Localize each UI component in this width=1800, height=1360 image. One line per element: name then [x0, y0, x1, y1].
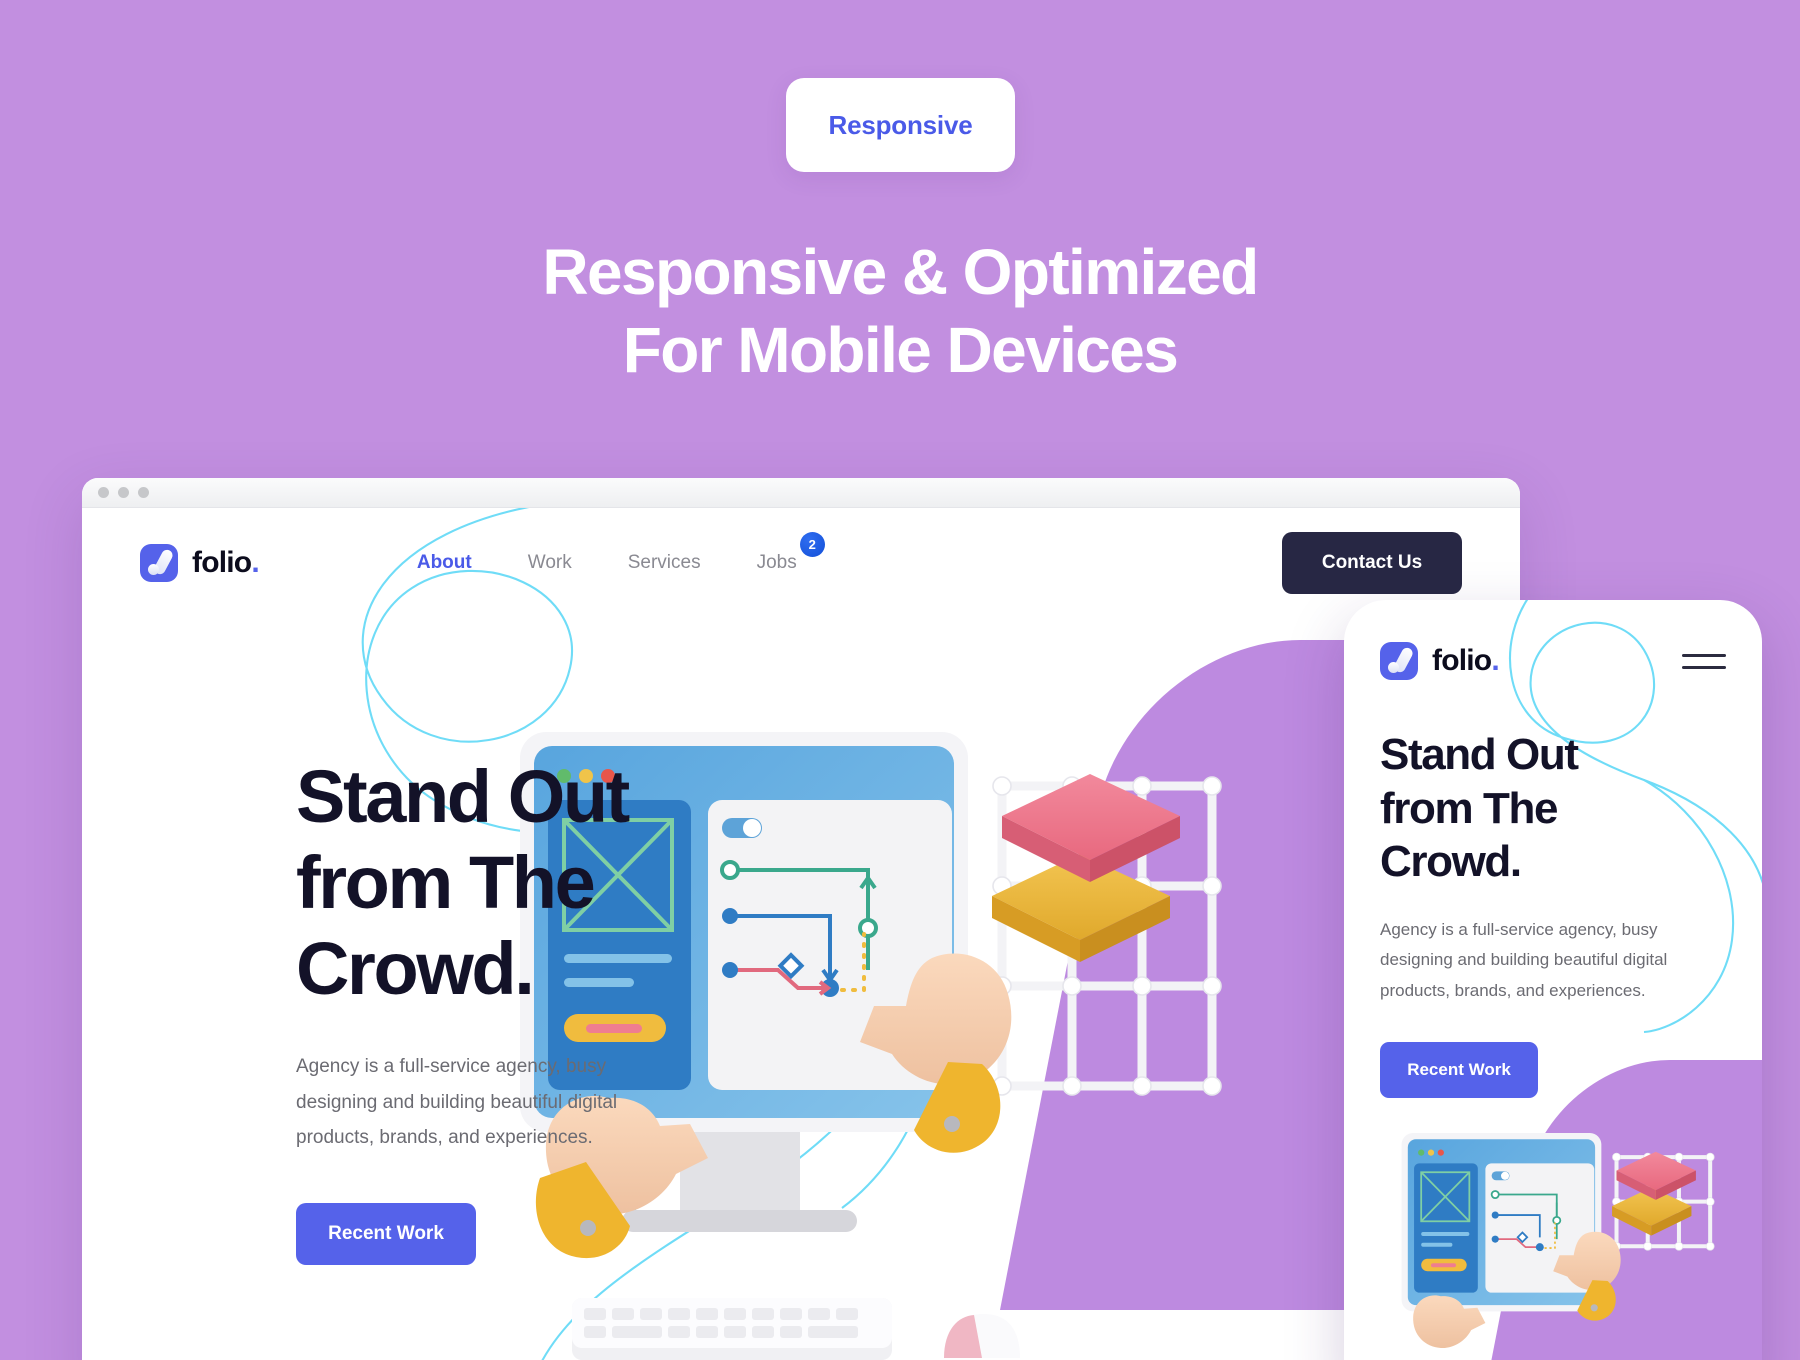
- promo-heading: Responsive & Optimized For Mobile Device…: [0, 240, 1800, 382]
- nav-item-services[interactable]: Services: [628, 552, 701, 574]
- phone-hero-title-line2: from The: [1380, 783, 1558, 833]
- nav-item-work[interactable]: Work: [528, 552, 572, 574]
- phone-folio-logo-icon: [1380, 642, 1418, 680]
- phone-hero-paragraph: Agency is a full-service agency, busy de…: [1380, 920, 1668, 1000]
- keyboard-3d: [572, 1298, 892, 1360]
- window-maximize-dot[interactable]: [138, 487, 149, 498]
- phone-hero-title: Stand Out from The Crowd.: [1380, 728, 1680, 889]
- hero-title: Stand Out from The Crowd.: [296, 754, 716, 1011]
- contact-us-button[interactable]: Contact Us: [1282, 532, 1462, 594]
- phone-logo-wordmark: folio.: [1432, 644, 1500, 677]
- window-minimize-dot[interactable]: [118, 487, 129, 498]
- phone-hero-title-line3: Crowd.: [1380, 837, 1522, 887]
- phone-hero-section: Stand Out from The Crowd. Agency is a fu…: [1380, 728, 1680, 1098]
- nav-links: About Work Services Jobs 2: [417, 532, 825, 574]
- phone-hero-illustration: [1401, 1133, 1715, 1349]
- site-navbar: folio. About Work Services Jobs 2 Contact…: [82, 508, 1520, 618]
- website-viewport: folio. About Work Services Jobs 2 Contact…: [82, 508, 1520, 1360]
- folio-logo-icon: [140, 544, 178, 582]
- window-close-dot[interactable]: [98, 487, 109, 498]
- mobile-phone-mockup: folio. Stand Out from The Crowd. Agency …: [1344, 600, 1762, 1360]
- browser-titlebar: [82, 478, 1520, 508]
- phone-hero-title-line1: Stand Out: [1380, 730, 1579, 779]
- nav-item-about[interactable]: About: [417, 552, 472, 574]
- responsive-badge-label: Responsive: [828, 109, 973, 140]
- jobs-count-badge: 2: [799, 532, 825, 557]
- hero-paragraph: Agency is a full-service agency, busy de…: [296, 1056, 618, 1148]
- phone-logo[interactable]: folio.: [1380, 642, 1500, 680]
- hero-title-line3: Crowd.: [296, 926, 535, 1010]
- phone-monitor-3d: [1401, 1133, 1602, 1312]
- site-logo[interactable]: folio.: [140, 544, 260, 582]
- promo-heading-line1: Responsive & Optimized: [542, 236, 1259, 308]
- hero-section: Stand Out from The Crowd. Agency is a fu…: [296, 754, 716, 1265]
- hero-title-line1: Stand Out: [296, 755, 630, 838]
- nav-item-jobs-label: Jobs: [756, 552, 797, 573]
- phone-recent-work-button[interactable]: Recent Work: [1380, 1041, 1538, 1098]
- responsive-badge: Responsive: [786, 78, 1015, 172]
- promo-heading-line2: For Mobile Devices: [622, 314, 1179, 386]
- logo-wordmark: folio.: [192, 546, 260, 579]
- phone-navbar: folio.: [1380, 642, 1726, 680]
- desktop-browser-mockup: folio. About Work Services Jobs 2 Contact…: [82, 478, 1520, 1360]
- nav-item-jobs[interactable]: Jobs 2: [756, 532, 825, 574]
- recent-work-button[interactable]: Recent Work: [296, 1202, 476, 1265]
- hamburger-menu-icon[interactable]: [1682, 653, 1726, 669]
- hero-title-line2: from The: [296, 840, 596, 924]
- mouse-3d: [944, 1314, 1020, 1358]
